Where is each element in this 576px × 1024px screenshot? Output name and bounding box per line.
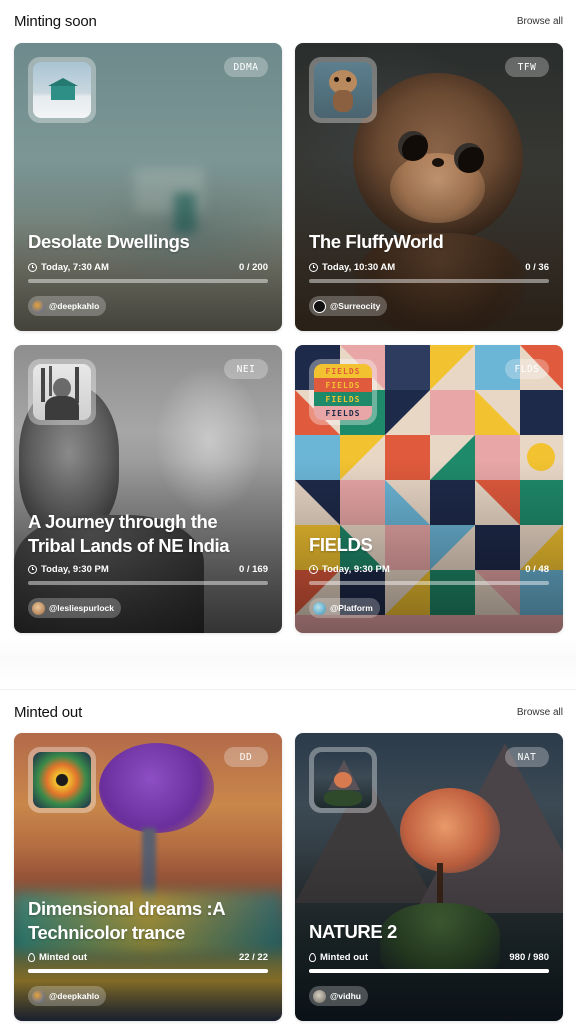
mint-time: Today, 7:30 AM (41, 261, 109, 273)
mint-time: Today, 9:30 PM (41, 563, 109, 575)
avatar (313, 989, 326, 1003)
creator-handle: @Platform (330, 603, 373, 613)
progress-bar (309, 969, 549, 973)
creator-chip[interactable]: @Surreocity (309, 296, 388, 316)
creator-chip[interactable]: @deepkahlo (28, 296, 107, 316)
mint-count: 0 / 200 (238, 261, 268, 273)
progress-bar (309, 581, 549, 585)
mint-count: 22 / 22 (238, 951, 268, 963)
card-title: FIELDS (309, 534, 373, 555)
creator-chip[interactable]: @deepkahlo (28, 986, 107, 1006)
collection-card[interactable]: FIELDS FIELDS FIELDS FIELDS FLDS FIELDS … (295, 345, 563, 633)
collection-thumbnail (28, 57, 96, 123)
card-meta: Minted out 980 / 980 (309, 950, 549, 964)
collection-thumbnail (309, 747, 377, 813)
mint-count: 0 / 169 (238, 563, 268, 575)
collection-thumbnail (28, 359, 96, 425)
minted-out-header: Minted out Browse all (14, 700, 563, 724)
collection-card[interactable]: DD Dimensional dreams :A Technicolor tra… (14, 733, 282, 1021)
section-divider (0, 638, 576, 690)
progress-bar (28, 969, 268, 973)
browse-all-link[interactable]: Browse all (517, 707, 563, 718)
section-title: Minted out (14, 703, 83, 721)
creator-handle: @vidhu (330, 991, 361, 1001)
collection-thumbnail (309, 57, 377, 123)
mint-count: 0 / 48 (525, 563, 549, 575)
clock-icon (28, 564, 37, 574)
collection-card[interactable]: NAT NATURE 2 Minted out 980 / 980 @vidhu (295, 733, 563, 1021)
creator-chip[interactable]: @lesliespurlock (28, 598, 121, 618)
collection-card[interactable]: DDMA Desolate Dwellings Today, 7:30 AM 0… (14, 43, 282, 331)
card-meta: Today, 7:30 AM 0 / 200 (28, 260, 268, 274)
collection-tag: FLDS (505, 359, 549, 379)
thumb-fields-word: FIELDS (314, 378, 372, 392)
creator-handle: @Surreocity (330, 301, 381, 311)
progress-bar (28, 279, 268, 283)
card-meta: Today, 10:30 AM 0 / 36 (309, 260, 549, 274)
collection-tag: NEI (224, 359, 268, 379)
clock-icon (309, 262, 318, 272)
collection-card[interactable]: NEI A Journey through the Tribal Lands o… (14, 345, 282, 633)
creator-chip[interactable]: @vidhu (309, 986, 368, 1006)
mint-count: 980 / 980 (509, 951, 549, 963)
avatar (32, 299, 45, 313)
collection-tag: NAT (505, 747, 549, 767)
card-meta: Today, 9:30 PM 0 / 169 (28, 562, 268, 576)
creator-handle: @lesliespurlock (49, 603, 114, 613)
clock-icon (309, 564, 318, 574)
creator-handle: @deepkahlo (49, 991, 100, 1001)
avatar (32, 989, 45, 1003)
collection-thumbnail: FIELDS FIELDS FIELDS FIELDS (309, 359, 377, 425)
minting-soon-header: Minting soon Browse all (14, 9, 563, 33)
progress-bar (309, 279, 549, 283)
card-meta: Minted out 22 / 22 (28, 950, 268, 964)
mint-status: Minted out (39, 951, 88, 963)
collection-card[interactable]: TFW The FluffyWorld Today, 10:30 AM 0 / … (295, 43, 563, 331)
progress-bar (28, 581, 268, 585)
section-title: Minting soon (14, 12, 97, 30)
thumb-fields-word: FIELDS (314, 364, 372, 378)
creator-chip[interactable]: @Platform (309, 598, 380, 618)
collection-tag: DD (224, 747, 268, 767)
card-title: A Journey through the Tribal Lands of NE… (28, 511, 230, 556)
collection-tag: DDMA (224, 57, 268, 77)
card-title: NATURE 2 (309, 921, 397, 942)
mint-time: Today, 10:30 AM (322, 261, 396, 273)
flame-icon (309, 952, 316, 962)
thumb-fields-word: FIELDS (314, 406, 372, 420)
collection-tag: TFW (505, 57, 549, 77)
card-meta: Today, 9:30 PM 0 / 48 (309, 562, 549, 576)
avatar (32, 601, 45, 615)
card-title: Desolate Dwellings (28, 231, 190, 252)
mint-status: Minted out (320, 951, 369, 963)
thumb-fields-word: FIELDS (314, 392, 372, 406)
creator-handle: @deepkahlo (49, 301, 100, 311)
avatar (313, 299, 326, 313)
card-title: Dimensional dreams :A Technicolor trance (28, 898, 226, 943)
browse-all-link[interactable]: Browse all (517, 16, 563, 27)
flame-icon (28, 952, 35, 962)
avatar (313, 601, 326, 615)
clock-icon (28, 262, 37, 272)
card-title: The FluffyWorld (309, 231, 444, 252)
mint-count: 0 / 36 (525, 261, 549, 273)
mint-time: Today, 9:30 PM (322, 563, 390, 575)
collection-thumbnail (28, 747, 96, 813)
